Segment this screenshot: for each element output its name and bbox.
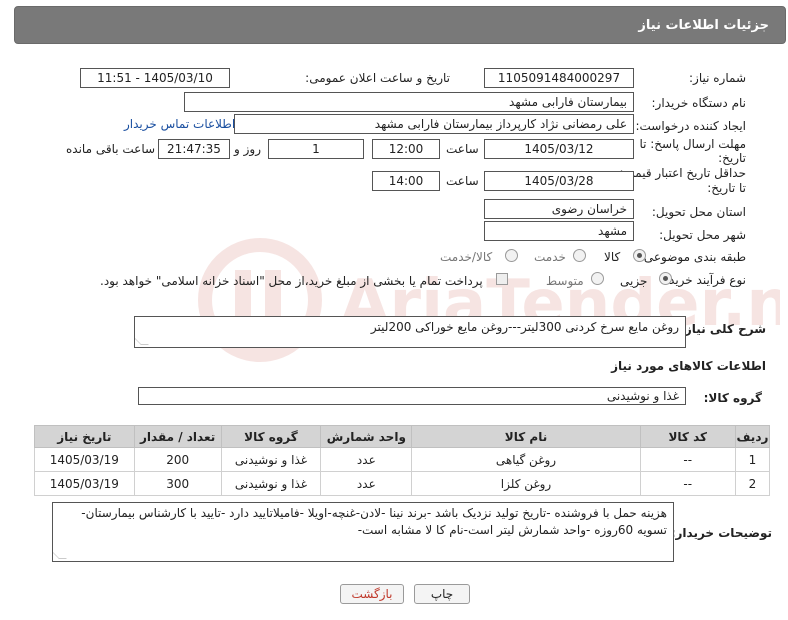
reply-deadline-label-line1: مهلت ارسال پاسخ: تا: [639, 137, 746, 151]
category-radio-goods-service[interactable]: [504, 249, 518, 263]
table-row: 2 -- روغن کلزا عدد غذا و نوشیدنی 300 140…: [34, 471, 771, 496]
delivery-city-label: شهر محل تحویل:: [659, 228, 746, 242]
goods-group-field: غذا و نوشیدنی: [138, 387, 686, 405]
col-header-goods-group: گروه کالا: [220, 425, 322, 448]
reply-deadline-days-label: روز و: [234, 142, 261, 156]
reply-deadline-time-label: ساعت: [446, 142, 479, 156]
cell-need-date: 1405/03/19: [34, 447, 135, 472]
page-header: جزئیات اطلاعات نیاز: [14, 6, 786, 44]
category-radio-goods-service-label: کالا/خدمت: [440, 250, 493, 264]
process-radio-medium[interactable]: [590, 272, 604, 286]
process-radio-minor[interactable]: [658, 272, 672, 286]
buyer-org-field: بیمارستان فارابی مشهد: [184, 92, 634, 112]
need-number-field: 1105091484000297: [484, 68, 634, 88]
need-number-label: شماره نیاز:: [689, 71, 746, 85]
buyer-org-label: نام دستگاه خریدار:: [651, 96, 747, 110]
cell-unit: عدد: [320, 471, 413, 496]
price-validity-time-field: 14:00: [372, 171, 440, 191]
reply-deadline-days-field: 1: [268, 139, 364, 159]
cell-row-number: 2: [734, 471, 771, 496]
price-validity-time-label: ساعت: [446, 174, 479, 188]
process-radio-medium-label: متوسط: [546, 274, 584, 288]
remaining-time-field: 21:47:35: [158, 139, 230, 159]
cell-need-date: 1405/03/19: [34, 471, 135, 496]
description-label: شرح کلی نیاز:: [680, 322, 766, 336]
reply-deadline-date-field: 1405/03/12: [484, 139, 634, 159]
category-radio-service[interactable]: [572, 249, 586, 263]
items-table: ردیف کد کالا نام کالا واحد شمارش گروه کا…: [34, 425, 771, 496]
requester-label: ایجاد کننده درخواست:: [635, 119, 746, 133]
back-button[interactable]: بازگشت: [340, 584, 404, 604]
resize-handle-icon[interactable]: [53, 551, 67, 559]
description-text: روغن مایع سرخ کردنی 300لیتر---روغن مایع …: [370, 320, 679, 334]
treasury-payment-note: پرداخت تمام یا بخشی از مبلغ خرید،از محل …: [100, 274, 483, 288]
category-radio-goods-label: کالا: [604, 250, 621, 264]
resize-handle-icon[interactable]: [135, 337, 149, 345]
col-header-unit: واحد شمارش: [320, 425, 413, 448]
delivery-city-field: مشهد: [484, 221, 634, 241]
delivery-province-label: استان محل تحویل:: [651, 205, 746, 219]
print-button[interactable]: چاپ: [414, 584, 470, 604]
table-header-row: ردیف کد کالا نام کالا واحد شمارش گروه کا…: [34, 425, 771, 448]
price-validity-date-field: 1405/03/28: [484, 171, 634, 191]
cell-goods-group: غذا و نوشیدنی: [220, 471, 322, 496]
price-validity-label-line1: حداقل تاریخ اعتبار قیمت:: [619, 166, 746, 180]
page-title: جزئیات اطلاعات نیاز: [638, 18, 769, 33]
cell-quantity: 200: [133, 447, 222, 472]
treasury-payment-checkbox[interactable]: [496, 273, 508, 285]
process-type-label: نوع فرآیند خرید :: [661, 273, 746, 287]
process-radio-minor-label: جزیی: [620, 274, 648, 288]
category-radio-service-label: خدمت: [534, 250, 566, 264]
cell-unit: عدد: [320, 447, 413, 472]
cell-item-code: --: [639, 471, 736, 496]
items-section-title: اطلاعات کالاهای مورد نیاز: [611, 359, 766, 373]
cell-item-code: --: [639, 447, 736, 472]
cell-row-number: 1: [734, 447, 771, 472]
reply-deadline-time-field: 12:00: [372, 139, 440, 159]
goods-group-label: گروه کالا:: [703, 391, 762, 405]
col-header-need-date: تاریخ نیاز: [34, 425, 135, 448]
cell-item-name: روغن کلزا: [411, 471, 641, 496]
requester-field: علی رمضانی نژاد کارپرداز بیمارستان فاراب…: [234, 114, 634, 134]
buyer-contact-link[interactable]: اطلاعات تماس خریدار: [124, 117, 235, 131]
announce-datetime-label: تاریخ و ساعت اعلان عمومی:: [305, 71, 450, 85]
reply-deadline-label-line2: تاریخ:: [718, 151, 746, 165]
buyer-notes-label: توضیحات خریدار:: [670, 526, 772, 540]
col-header-item-name: نام کالا: [411, 425, 641, 448]
cell-goods-group: غذا و نوشیدنی: [220, 447, 322, 472]
col-header-item-code: کد کالا: [639, 425, 736, 448]
buyer-notes-field: هزینه حمل با فروشنده -تاریخ تولید نزدیک …: [52, 502, 674, 562]
buyer-notes-text: هزینه حمل با فروشنده -تاریخ تولید نزدیک …: [81, 506, 667, 537]
price-validity-label-line2: تا تاریخ:: [707, 181, 746, 195]
remaining-time-label: ساعت باقی مانده: [66, 142, 156, 156]
table-row: 1 -- روغن گیاهی عدد غذا و نوشیدنی 200 14…: [34, 447, 771, 472]
delivery-province-field: خراسان رضوی: [484, 199, 634, 219]
description-field: روغن مایع سرخ کردنی 300لیتر---روغن مایع …: [134, 316, 686, 348]
col-header-quantity: تعداد / مقدار: [133, 425, 222, 448]
cell-item-name: روغن گیاهی: [411, 447, 641, 472]
category-radio-goods[interactable]: [632, 249, 646, 263]
cell-quantity: 300: [133, 471, 222, 496]
category-label: طبقه بندی موضوعی:: [639, 250, 746, 264]
col-header-row-number: ردیف: [734, 425, 771, 448]
announce-datetime-field: 1405/03/10 - 11:51: [80, 68, 230, 88]
